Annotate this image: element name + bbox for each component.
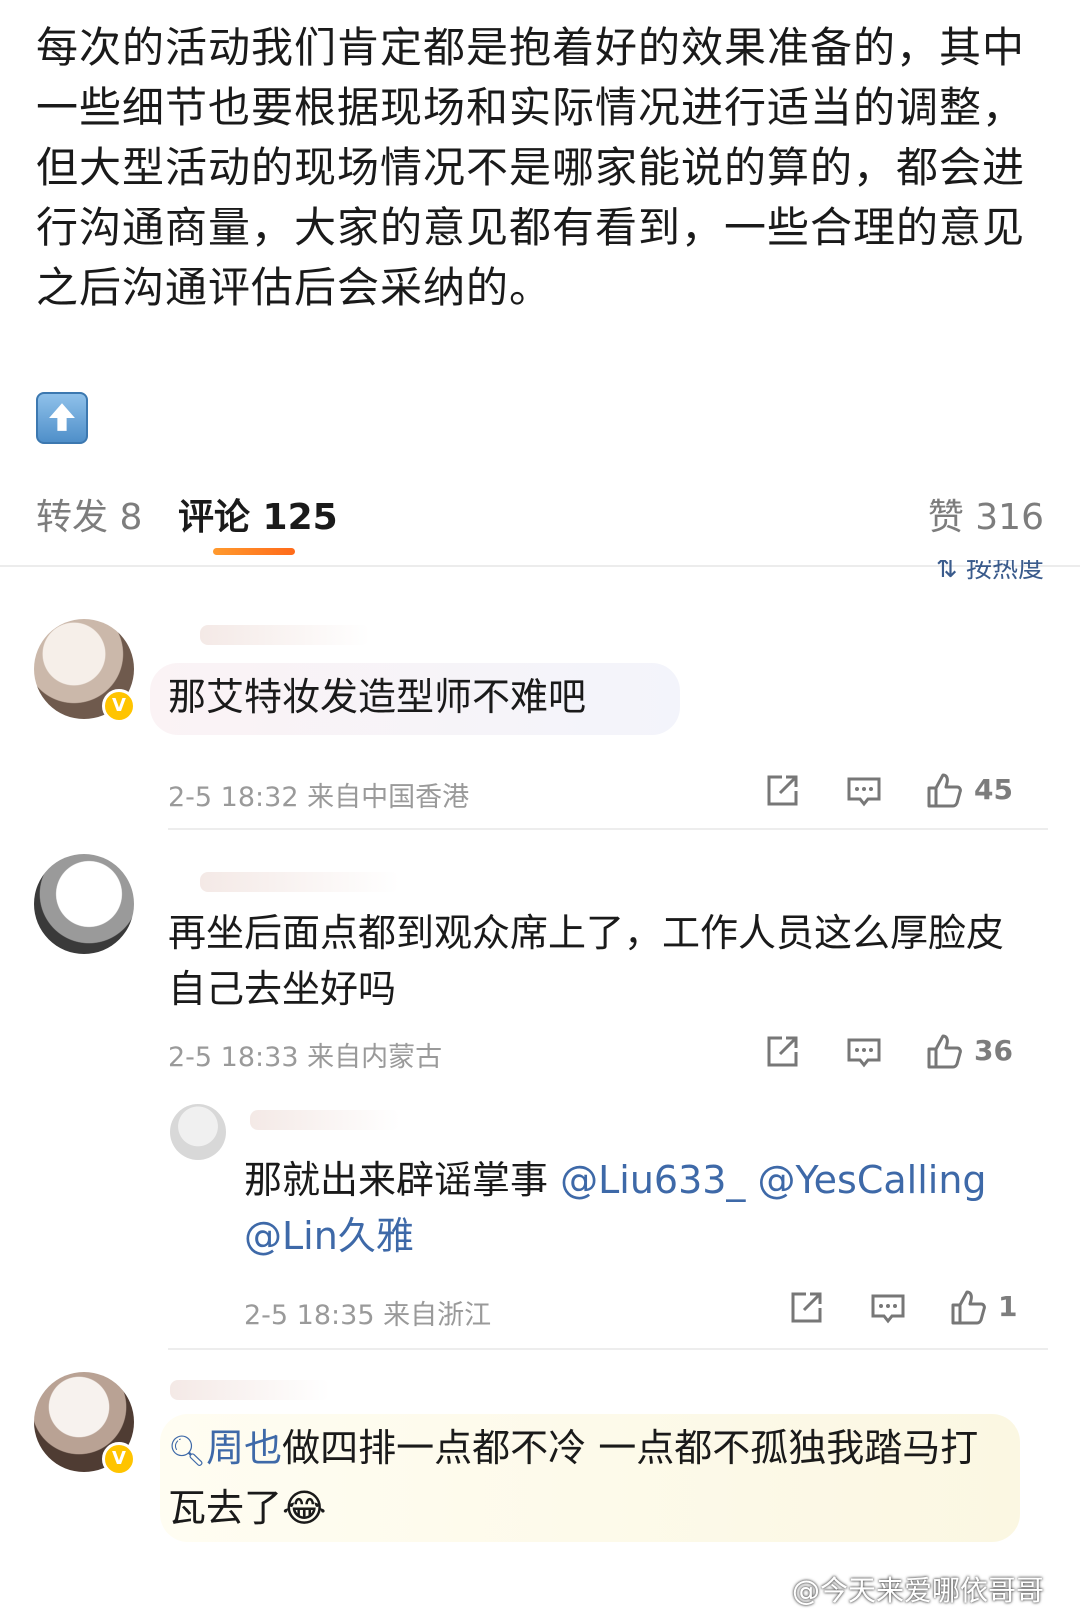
tab-comments[interactable]: 评论 125 [178, 488, 338, 540]
comment-text: 🔍︎周也做四排一点都不冷 一点都不孤独我踏马打瓦去了😂 [168, 1420, 1008, 1536]
share-icon[interactable] [762, 1032, 802, 1072]
like-icon[interactable] [924, 1032, 964, 1072]
username-redacted [200, 872, 400, 892]
comment-location: 来自浙江 [383, 1300, 492, 1331]
tab-repost[interactable]: 转发 8 [36, 488, 142, 540]
share-icon[interactable] [786, 1288, 826, 1328]
comment-location: 来自中国香港 [307, 782, 470, 813]
comment-time: 2-5 18:32 [168, 782, 299, 813]
search-topic: 周也 [206, 1426, 283, 1470]
like-count: 1 [998, 1290, 1018, 1323]
comment-time: 2-5 18:35 [244, 1300, 375, 1331]
sort-label: 按热度 [965, 560, 1044, 584]
username-redacted [170, 1380, 330, 1400]
comment-text: 那就出来辟谣掌事 @Liu633_ @YesCalling @Lin久雅 [244, 1152, 1034, 1264]
share-icon[interactable] [762, 771, 802, 811]
comment-meta: 2-5 18:33 来自内蒙古 [168, 1035, 442, 1074]
search-icon: 🔍︎ [168, 1434, 207, 1469]
comment-icon[interactable] [868, 1288, 908, 1328]
comment-icon[interactable] [844, 1032, 884, 1072]
divider [168, 1348, 1048, 1350]
search-topic-link[interactable]: 🔍︎周也 [168, 1426, 282, 1470]
watermark-text: @今天来爱哪依哥哥 [791, 1574, 1044, 1607]
divider [168, 828, 1048, 830]
like-count: 36 [974, 1034, 1013, 1067]
tab-likes[interactable]: 赞 316 [928, 488, 1044, 540]
comment-actions: 45 [762, 771, 1042, 815]
like-icon[interactable] [924, 771, 964, 811]
comment-icon[interactable] [844, 771, 884, 811]
comment-text: 再坐后面点都到观众席上了，工作人员这么厚脸皮自己去坐好吗 [168, 911, 1005, 1011]
active-tab-indicator [213, 548, 295, 555]
mention-link[interactable]: @Lin久雅 [244, 1214, 414, 1258]
reply-text: 那就出来辟谣掌事 [244, 1158, 561, 1202]
mention-link[interactable]: @Liu633_ [560, 1158, 745, 1202]
watermark: @今天来爱哪依哥哥 [752, 1569, 1044, 1609]
comment-meta: 2-5 18:35 来自浙江 [244, 1293, 491, 1332]
like-count: 45 [974, 773, 1013, 806]
sort-icon: ⇅ [935, 560, 966, 584]
tab-bar: 转发 8 评论 125 赞 316 [0, 478, 1080, 558]
up-arrow-icon [36, 392, 88, 444]
weibo-logo-icon [752, 1578, 792, 1606]
avatar[interactable] [34, 854, 134, 954]
comment-meta: 2-5 18:32 来自中国香港 [168, 775, 469, 814]
username-redacted [200, 625, 370, 645]
comment-text: 那艾特妆发造型师不难吧 [168, 675, 587, 719]
sort-toggle[interactable]: ⇅ 按热度 [936, 560, 1044, 586]
post-text: 每次的活动我们肯定都是抱着好的效果准备的，其中一些细节也要根据现场和实际情况进行… [36, 23, 1026, 312]
verified-badge-icon: V [102, 689, 136, 723]
crying-laughing-emoji: 😂 [282, 1486, 327, 1530]
comment-time: 2-5 18:33 [168, 1042, 299, 1073]
verified-badge-icon: V [102, 1442, 136, 1476]
comment-actions: 36 [762, 1032, 1042, 1076]
mention-link[interactable]: @YesCalling [745, 1158, 987, 1202]
divider [0, 565, 1080, 567]
username-redacted [250, 1110, 400, 1130]
comment-actions: 1 [786, 1288, 1042, 1332]
comment-location: 来自内蒙古 [307, 1042, 443, 1073]
avatar[interactable] [170, 1104, 226, 1160]
like-icon[interactable] [948, 1288, 988, 1328]
